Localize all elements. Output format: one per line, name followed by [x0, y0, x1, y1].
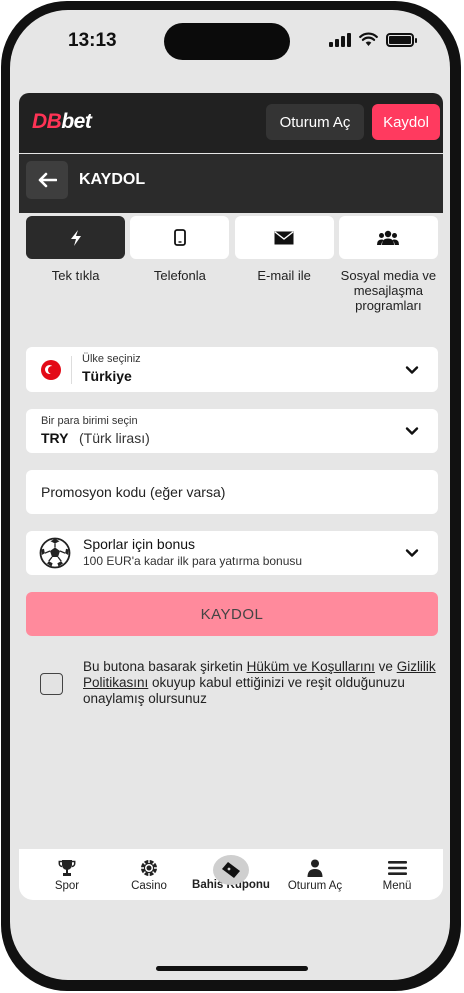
lightning-icon [70, 229, 81, 246]
page-title: KAYDOL [79, 171, 146, 188]
page-header: KAYDOL [19, 154, 443, 213]
envelope-icon [274, 230, 294, 244]
method-phone-button[interactable] [130, 216, 230, 259]
method-label: Sosyal media ve mesajlaşma programları [340, 268, 437, 313]
method-label: Telefonla [153, 268, 206, 283]
status-bar: 13:13 [10, 10, 450, 80]
method-label: Tek tıkla [51, 268, 100, 283]
wifi-icon [359, 32, 378, 46]
dynamic-island [164, 23, 290, 60]
login-button[interactable]: Oturum Aç [266, 104, 364, 140]
cellular-signal-icon [329, 32, 351, 47]
field-divider [71, 356, 72, 384]
bonus-select[interactable]: Sporlar için bonus 100 EUR'a kadar ilk p… [26, 531, 438, 575]
arrow-left-icon [38, 172, 57, 188]
phone-frame: 13:13 DBbet Oturum Aç Kaydol KAYDOL Tek … [0, 0, 464, 993]
nav-label: Casino [131, 880, 167, 892]
country-value: Türkiye [82, 368, 132, 384]
method-label: E-mail ile [257, 268, 311, 283]
phone-icon [173, 229, 186, 246]
terms-checkbox[interactable] [40, 673, 63, 695]
ticket-icon [222, 862, 240, 878]
soccer-ball-icon [39, 537, 71, 569]
currency-label: Bir para birimi seçin [41, 415, 138, 427]
app-container: DBbet Oturum Aç Kaydol KAYDOL Tek tıkla … [19, 93, 443, 900]
brand-logo[interactable]: DBbet [32, 110, 92, 134]
method-email[interactable]: E-mail ile [234, 216, 334, 313]
bottom-navigation: Spor Casino Bahis Kuponu Oturum Aç Menü [19, 849, 443, 900]
nav-label: Spor [54, 880, 80, 892]
currency-select[interactable]: Bir para birimi seçin TRY (Türk lirası) [26, 409, 438, 453]
nav-item-bet-slip[interactable]: Bahis Kuponu [189, 849, 273, 900]
status-icons [329, 32, 417, 47]
chevron-down-icon [405, 549, 419, 557]
chevron-down-icon [405, 365, 419, 374]
terms-link[interactable]: Hüküm ve Koşullarını [247, 659, 375, 674]
registration-methods: Tek tıkla Telefonla E-mail ile Sosyal me… [26, 216, 438, 313]
nav-item-login[interactable]: Oturum Aç [273, 849, 357, 900]
bet-slip-icon-bg [213, 855, 249, 885]
logo-prefix: DB [32, 110, 62, 133]
menu-icon [387, 861, 407, 875]
battery-icon [386, 32, 417, 47]
currency-code: TRY [41, 430, 69, 446]
promo-code-placeholder: Promosyon kodu (eğer varsa) [41, 484, 226, 500]
people-icon [377, 230, 400, 245]
method-phone[interactable]: Telefonla [130, 216, 230, 313]
bonus-title: Sporlar için bonus [83, 536, 196, 552]
nav-item-sport[interactable]: Spor [25, 849, 109, 900]
back-button[interactable] [26, 161, 68, 199]
nav-label: Oturum Aç [287, 880, 343, 892]
method-social[interactable]: Sosyal media ve mesajlaşma programları [338, 216, 438, 313]
currency-name: (Türk lirası) [79, 430, 150, 446]
terms-text-part1: Bu butona basarak şirketin [83, 659, 247, 674]
user-icon [307, 859, 323, 877]
top-header: DBbet Oturum Aç Kaydol [19, 93, 443, 153]
promo-code-field[interactable]: Promosyon kodu (eğer varsa) [26, 470, 438, 514]
register-button-top[interactable]: Kaydol [372, 104, 440, 140]
terms-text-part2: ve [374, 659, 397, 674]
terms-text: Bu butona basarak şirketin Hüküm ve Koşu… [83, 659, 439, 707]
home-indicator [156, 966, 308, 971]
country-label: Ülke seçiniz [82, 353, 141, 365]
method-email-button[interactable] [234, 216, 334, 259]
country-select[interactable]: Ülke seçiniz Türkiye [26, 347, 438, 392]
nav-item-menu[interactable]: Menü [355, 849, 439, 900]
register-submit-button[interactable]: KAYDOL [26, 592, 438, 636]
chip-icon [141, 860, 157, 876]
nav-label: Menü [382, 880, 412, 892]
method-one-click[interactable]: Tek tıkla [26, 216, 126, 313]
logo-suffix: bet [61, 110, 92, 133]
trophy-icon [58, 860, 76, 876]
device-screen: 13:13 DBbet Oturum Aç Kaydol KAYDOL Tek … [10, 10, 450, 980]
method-one-click-button[interactable] [26, 216, 126, 259]
status-time: 13:13 [68, 30, 117, 51]
method-social-button[interactable] [338, 216, 438, 259]
turkey-flag-icon [41, 360, 61, 380]
bonus-subtitle: 100 EUR'a kadar ilk para yatırma bonusu [83, 554, 303, 568]
chevron-down-icon [405, 427, 419, 435]
nav-item-casino[interactable]: Casino [107, 849, 191, 900]
